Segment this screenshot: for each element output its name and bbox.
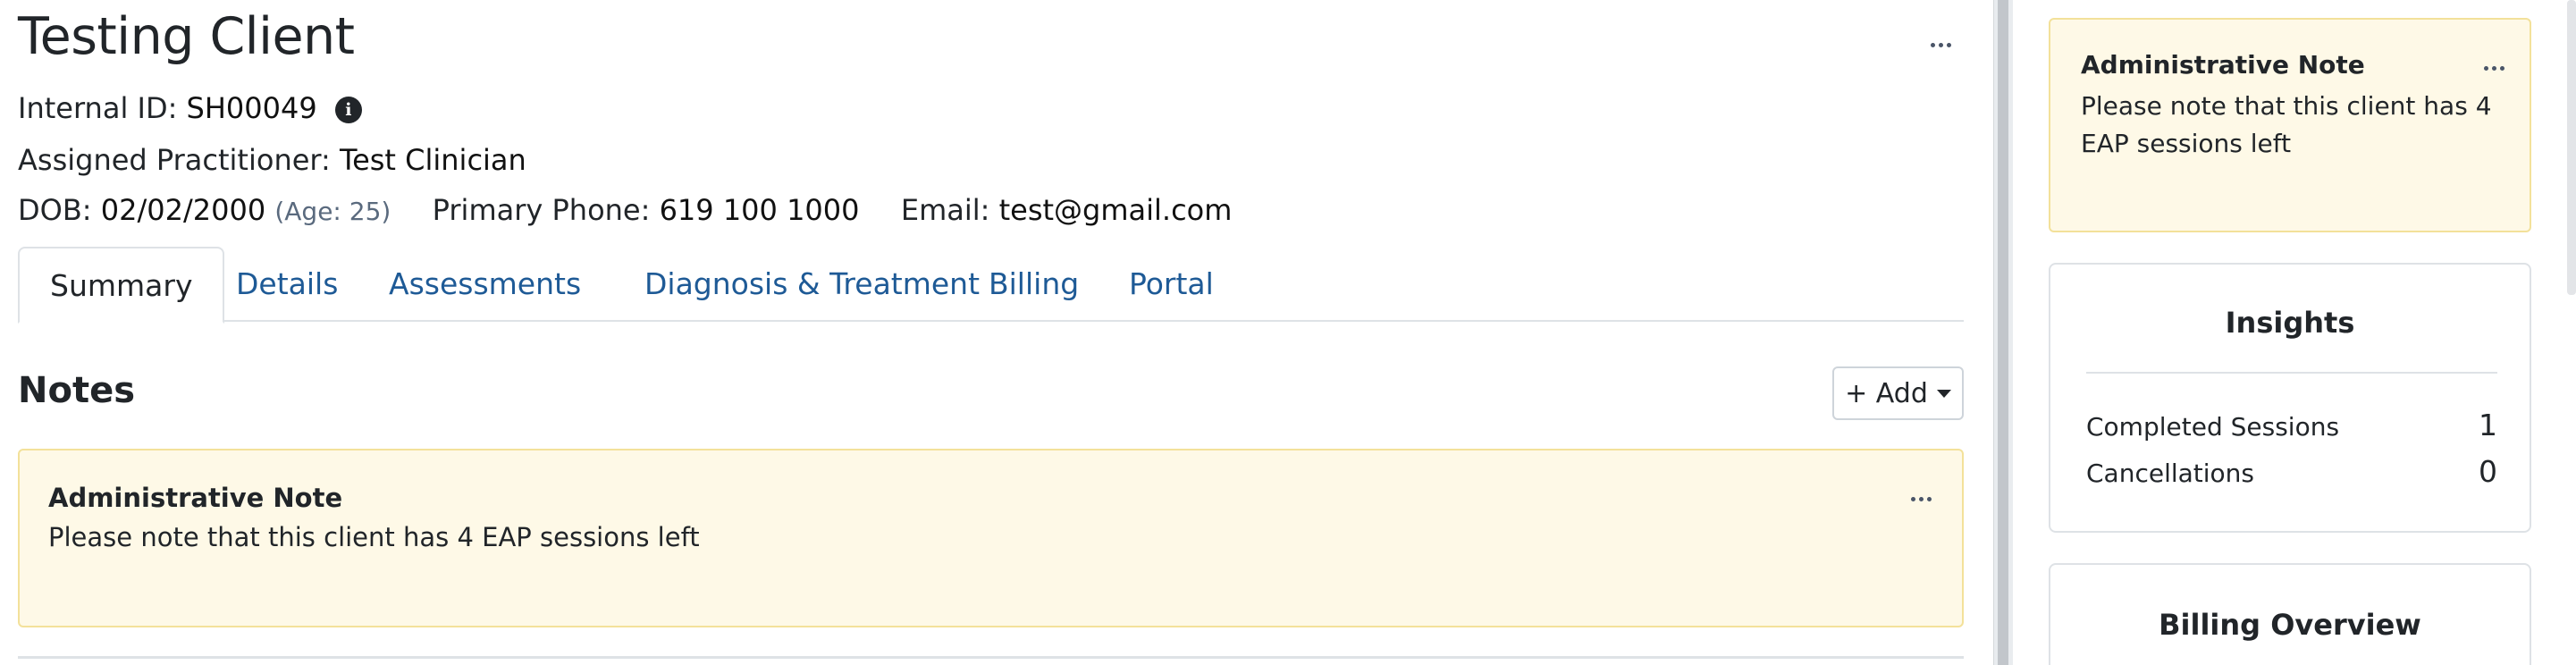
note-actions-menu-icon[interactable] — [1911, 497, 1932, 501]
client-sidebar: Administrative Note Please note that thi… — [2013, 0, 2576, 665]
sidebar-note-actions-menu-icon[interactable] — [2484, 66, 2504, 71]
email-label: Email: — [900, 193, 990, 227]
internal-id-value: SH00049 — [186, 91, 317, 125]
stat-label: Completed Sessions — [2086, 412, 2340, 442]
tab-diagnosis-treatment[interactable]: Diagnosis & Treatment — [614, 247, 1010, 322]
email-value: test@gmail.com — [998, 193, 1233, 227]
panel-splitter[interactable] — [1993, 0, 2013, 665]
dot — [1947, 43, 1951, 47]
tab-portal[interactable]: Portal — [1099, 247, 1244, 322]
phone-label: Primary Phone: — [432, 193, 651, 227]
stat-label: Cancellations — [2086, 459, 2255, 488]
sidebar-note-text: Please note that this client has 4 EAP s… — [2081, 91, 2492, 158]
dob-value: 02/02/2000 — [100, 193, 266, 227]
sidebar-administrative-note: Administrative Note Please note that thi… — [2049, 18, 2531, 232]
dot — [1919, 497, 1924, 501]
stat-cancellations: Cancellations 0 — [2086, 454, 2497, 489]
dob-label: DOB: — [18, 193, 92, 227]
stat-completed-sessions: Completed Sessions 1 — [2086, 408, 2497, 442]
insights-divider — [2086, 372, 2497, 374]
sidebar-scrollbar[interactable] — [2567, 0, 2576, 295]
tab-details[interactable]: Details — [206, 247, 368, 322]
splitter-handle[interactable] — [1998, 0, 2008, 665]
dot — [1931, 43, 1935, 47]
client-name-title: Testing Client — [18, 7, 355, 66]
section-divider — [18, 656, 1964, 659]
stat-value: 0 — [2479, 454, 2497, 489]
practitioner-value: Test Clinician — [339, 143, 526, 177]
billing-overview-title: Billing Overview — [2159, 608, 2421, 642]
sidebar-note-title: Administrative Note — [2081, 50, 2365, 80]
dot — [2492, 66, 2496, 71]
note-title: Administrative Note — [48, 483, 343, 513]
tab-summary[interactable]: Summary — [18, 247, 225, 324]
client-tabs: Summary Details Assessments Diagnosis & … — [18, 247, 1964, 324]
notes-heading: Notes — [18, 370, 136, 411]
stat-value: 1 — [2479, 408, 2497, 442]
insights-title: Insights — [2225, 306, 2355, 340]
dot — [2484, 66, 2488, 71]
age-value: (Age: 25) — [274, 197, 391, 226]
tab-billing[interactable]: Billing — [958, 247, 1109, 322]
dot — [1939, 43, 1943, 47]
practitioner-label: Assigned Practitioner: — [18, 143, 331, 177]
note-text: Please note that this client has 4 EAP s… — [48, 522, 700, 552]
practitioner-row: Assigned Practitioner: Test Clinician — [18, 143, 526, 177]
contact-row: DOB: 02/02/2000 (Age: 25) Primary Phone:… — [18, 193, 1232, 227]
internal-id-row: Internal ID: SH00049 i — [18, 91, 362, 125]
administrative-note-card: Administrative Note Please note that thi… — [18, 449, 1964, 627]
insights-card: Insights Completed Sessions 1 Cancellati… — [2049, 263, 2531, 533]
internal-id-label: Internal ID: — [18, 91, 178, 125]
tab-assessments[interactable]: Assessments — [358, 247, 611, 322]
phone-value: 619 100 1000 — [659, 193, 860, 227]
dot — [2500, 66, 2504, 71]
client-actions-menu-icon[interactable] — [1931, 43, 1951, 47]
dot — [1911, 497, 1915, 501]
client-profile-main: Testing Client Internal ID: SH00049 i As… — [0, 0, 1993, 665]
info-circle-icon[interactable]: i — [334, 97, 362, 123]
add-note-label: + Add — [1845, 377, 1928, 409]
billing-overview-card: Billing Overview — [2049, 563, 2531, 665]
caret-down-icon — [1936, 389, 1951, 398]
dot — [1927, 497, 1932, 501]
add-note-button[interactable]: + Add — [1832, 366, 1964, 420]
